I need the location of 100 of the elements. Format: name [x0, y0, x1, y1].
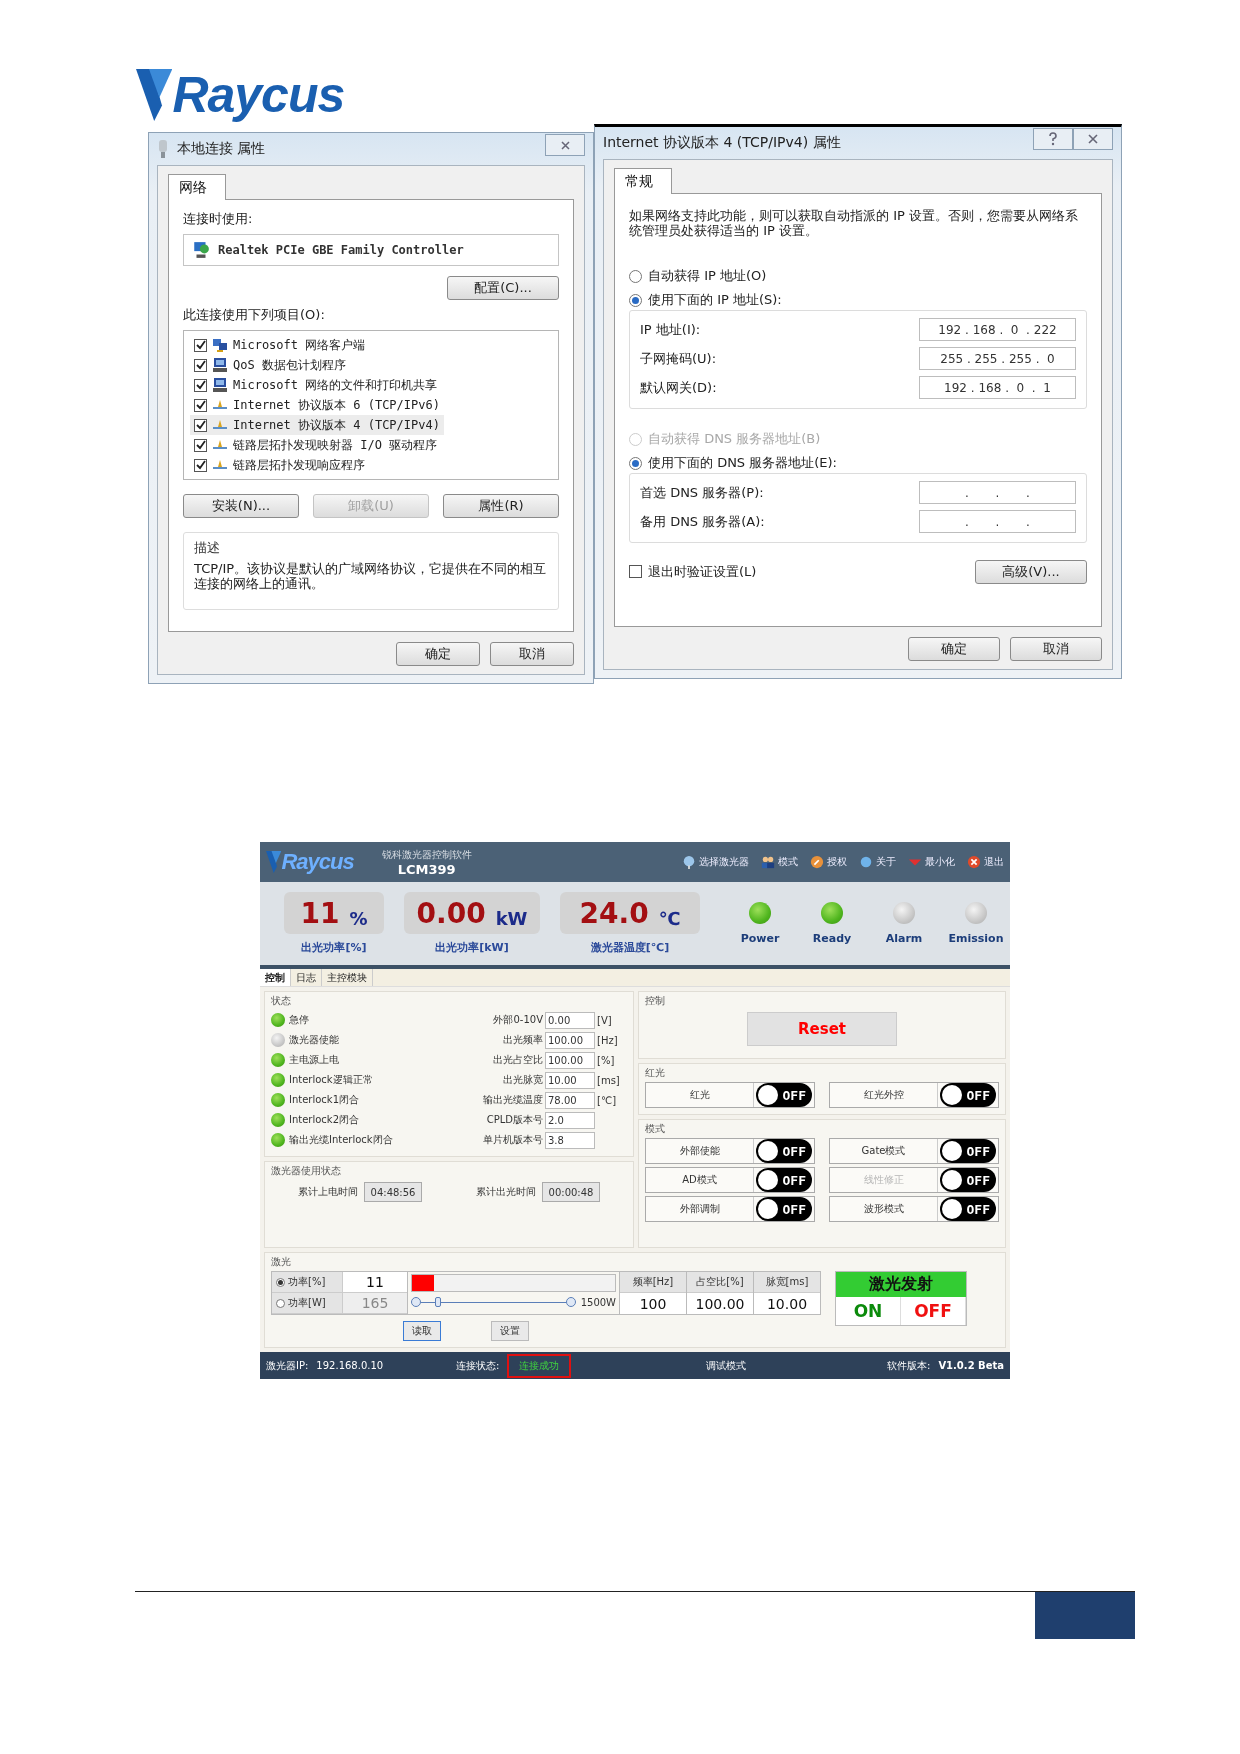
group-title: 模式 — [645, 1122, 666, 1136]
item-label: Internet 协议版本 6 (TCP/IPv6) — [233, 396, 440, 414]
adapter-name: Realtek PCIe GBE Family Controller — [218, 243, 464, 257]
status-label: Interlock逻辑正常 — [289, 1073, 373, 1087]
info-icon — [859, 855, 873, 869]
tab[interactable]: 主控模块 — [322, 969, 373, 986]
radio-option[interactable]: 自动获得 IP 地址(O) — [629, 264, 1087, 288]
slider-end-knob[interactable] — [565, 1297, 576, 1307]
checkbox[interactable] — [194, 338, 207, 352]
close-icon — [1088, 134, 1098, 144]
checkbox[interactable] — [194, 358, 207, 372]
switch-label: 红光外控 — [830, 1083, 938, 1107]
network-adapter-icon — [192, 241, 210, 259]
value-field[interactable]: 100.00 — [545, 1051, 595, 1069]
radio-option[interactable]: 使用下面的 IP 地址(S): — [629, 288, 1087, 312]
status-label: 输出光缆Interlock闭合 — [289, 1133, 393, 1147]
ip-field[interactable]: . . . — [919, 481, 1076, 504]
value-field[interactable]: 3.8 — [545, 1131, 595, 1149]
value-field[interactable]: 100 — [620, 1293, 686, 1314]
list-item[interactable]: Microsoft 网络客户端 — [190, 335, 370, 355]
toggle-switch[interactable]: OFF — [756, 1083, 812, 1107]
checkbox[interactable] — [194, 418, 207, 432]
slider-thumb[interactable] — [435, 1296, 442, 1307]
tab[interactable]: 日志 — [291, 969, 322, 986]
network-adapter-icon — [157, 140, 169, 158]
column-header: 占空比[%] — [687, 1272, 753, 1293]
ip-field[interactable]: 192 . 168 . 0 . 222 — [919, 318, 1076, 341]
list-item[interactable]: Internet 协议版本 4 (TCP/IPv4) — [190, 415, 444, 435]
toggle-switch[interactable]: OFF — [940, 1083, 996, 1107]
value-field[interactable]: 10.00 — [754, 1293, 820, 1314]
status-label: Interlock1闭合 — [289, 1093, 360, 1107]
status-value: 调试模式 — [706, 1358, 746, 1373]
status-value: V1.0.2 Beta — [938, 1360, 1004, 1371]
validate-checkbox[interactable]: 退出时验证设置(L) — [629, 559, 757, 584]
action-button[interactable]: 安装(N)... — [183, 494, 299, 518]
list-item[interactable]: QoS 数据包计划程序 — [190, 355, 350, 375]
value-field[interactable]: 100.00 — [545, 1031, 595, 1049]
value-field[interactable]: 0.00 — [545, 1011, 595, 1029]
menu-item[interactable]: 选择激光器 — [682, 855, 749, 869]
field-label: 子网掩码(U): — [640, 349, 717, 368]
item-label: Internet 协议版本 4 (TCP/IPv4) — [233, 416, 440, 434]
computer-icon — [212, 377, 228, 393]
checkbox[interactable] — [194, 378, 207, 392]
power-mode-radio[interactable]: 功率[W] — [272, 1293, 342, 1314]
menu-item[interactable]: 授权 — [810, 855, 847, 869]
list-item[interactable]: Internet 协议版本 6 (TCP/IPv6) — [190, 395, 444, 415]
dialog-button[interactable]: 确定 — [396, 642, 480, 666]
value-field[interactable]: 2.0 — [545, 1111, 595, 1129]
menu-item[interactable]: 关于 — [859, 855, 896, 869]
action-button[interactable]: 属性(R) — [443, 494, 559, 518]
checkbox[interactable] — [194, 398, 207, 412]
list-item[interactable]: 链路层拓扑发现映射器 I/O 驱动程序 — [190, 435, 442, 455]
help-button[interactable] — [1033, 128, 1073, 150]
menu-item[interactable]: 最小化 — [908, 855, 955, 869]
indicator-label: Ready — [812, 932, 852, 945]
tab[interactable]: 控制 — [260, 969, 291, 986]
menu-item[interactable]: 模式 — [761, 855, 798, 869]
unit-label: [V] — [597, 1014, 612, 1026]
toggle-switch[interactable]: OFF — [756, 1197, 812, 1221]
ip-field[interactable]: . . . — [919, 510, 1076, 533]
dialog-button[interactable]: 确定 — [908, 637, 1000, 661]
read-button[interactable]: 读取 — [403, 1321, 441, 1341]
logo-mark-icon — [266, 851, 282, 873]
dialog-button[interactable]: 取消 — [1010, 637, 1102, 661]
toggle-switch[interactable]: OFF — [756, 1168, 812, 1192]
list-item[interactable]: 链路层拓扑发现响应程序 — [190, 455, 369, 475]
value-field[interactable]: 10.00 — [545, 1071, 595, 1089]
slider-end-knob[interactable] — [411, 1297, 421, 1307]
radio-option[interactable]: 使用下面的 DNS 服务器地址(E): — [629, 451, 1087, 475]
status-label: 连接状态: — [456, 1358, 500, 1373]
toggle-switch[interactable]: OFF — [940, 1197, 996, 1221]
advanced-button[interactable]: 高级(V)... — [975, 559, 1087, 584]
usage-label: 累计上电时间 — [297, 1185, 358, 1199]
dialog-button[interactable]: 取消 — [490, 642, 574, 666]
emission-title: 激光发射 — [836, 1272, 966, 1297]
checkbox[interactable] — [194, 458, 207, 472]
toggle-switch[interactable]: OFF — [756, 1139, 812, 1163]
list-item[interactable]: Microsoft 网络的文件和打印机共享 — [190, 375, 442, 395]
status-label: 激光器使能 — [289, 1033, 339, 1047]
on-button[interactable]: ON — [836, 1297, 901, 1325]
tab[interactable]: 常规 — [614, 168, 672, 194]
menu-item[interactable]: 退出 — [967, 855, 1004, 869]
param-label: 出光频率 — [503, 1033, 543, 1047]
unit-label: [ms] — [597, 1074, 620, 1086]
readout-value: 11 — [300, 896, 340, 930]
toggle-switch[interactable]: OFF — [940, 1139, 996, 1163]
configure-button[interactable]: 配置(C)... — [447, 276, 559, 300]
unit-label: [Hz] — [597, 1034, 618, 1046]
ip-field[interactable]: 192 . 168 . 0 . 1 — [919, 376, 1076, 399]
set-button[interactable]: 设置 — [491, 1321, 529, 1341]
switch-label: 波形模式 — [830, 1197, 938, 1221]
ip-field[interactable]: 255 . 255 . 255 . 0 — [919, 347, 1076, 370]
power-mode-radio[interactable]: 功率[%] — [272, 1272, 342, 1293]
off-button[interactable]: OFF — [901, 1297, 966, 1325]
checkbox[interactable] — [194, 438, 207, 452]
tab[interactable]: 网络 — [168, 174, 226, 200]
app-subtitle: 锐科激光器控制软件 — [381, 847, 472, 862]
value-field[interactable]: 100.00 — [687, 1293, 753, 1314]
checkbox[interactable] — [629, 565, 642, 578]
value-field[interactable]: 78.00 — [545, 1091, 595, 1109]
